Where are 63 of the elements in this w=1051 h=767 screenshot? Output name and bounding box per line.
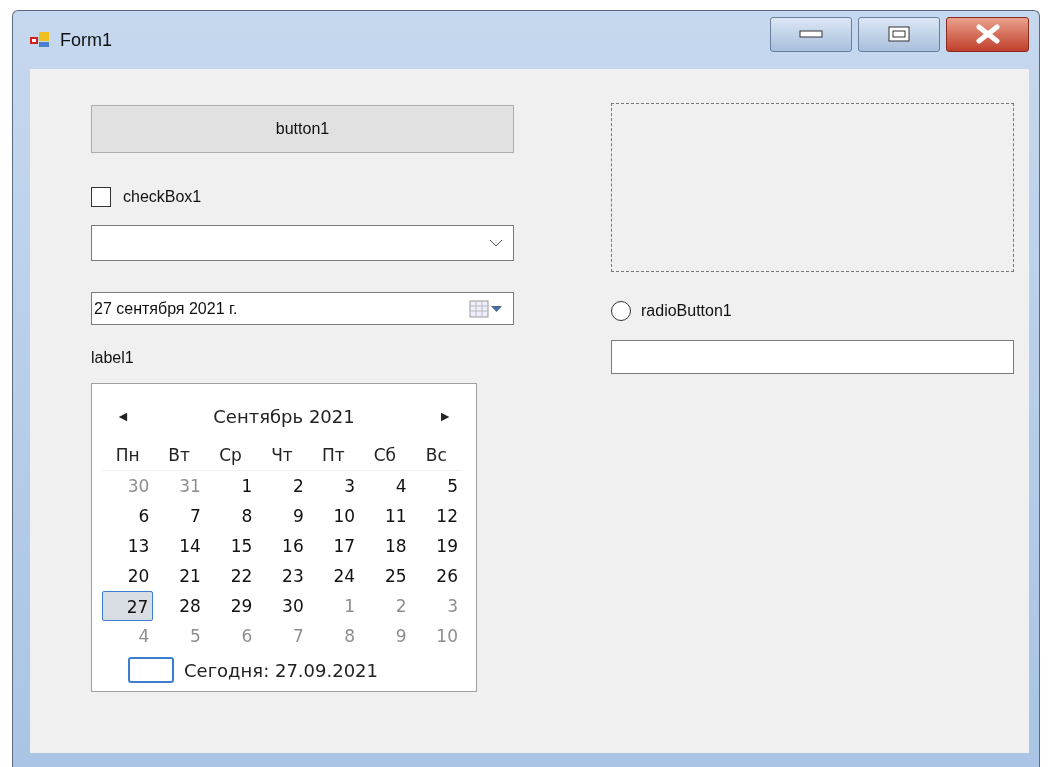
calendar-day[interactable]: 4 [359,471,411,501]
maximize-button[interactable] [858,16,940,52]
calendar-day[interactable]: 9 [256,501,308,531]
weekday-header: Чт [256,440,308,471]
minimize-icon [799,30,823,38]
radio-label: radioButton1 [641,302,732,320]
calendar-day[interactable]: 8 [204,501,257,531]
calendar-day[interactable]: 6 [102,501,154,531]
today-marker-icon [128,657,174,683]
calendar-day[interactable]: 17 [307,531,360,561]
calendar-day[interactable]: 3 [307,471,360,501]
calendar-day[interactable]: 16 [256,531,308,561]
calendar-day[interactable]: 29 [204,591,257,621]
weekday-header: Пн [102,440,154,471]
previous-month-button[interactable]: ◄ [116,408,130,424]
close-button[interactable] [946,16,1029,52]
weekday-header: Ср [204,440,257,471]
close-icon [974,24,1001,44]
month-title[interactable]: Сентябрь 2021 [213,405,355,427]
calendar-day[interactable]: 12 [410,501,462,531]
combo-box[interactable] [91,225,514,261]
minimize-button[interactable] [770,16,852,52]
calendar-day[interactable]: 18 [359,531,411,561]
calendar-day[interactable]: 10 [307,501,360,531]
calendar-day[interactable]: 1 [204,471,257,501]
app-icon [30,31,50,49]
calendar-day[interactable]: 27 [102,591,154,621]
calendar-day[interactable]: 28 [153,591,205,621]
calendar-dropdown-icon [469,299,503,318]
button[interactable]: button1 [91,105,514,153]
date-value: 27 сентября 2021 г. [94,299,239,318]
calendar-day[interactable]: 20 [102,561,154,591]
calendar-day[interactable]: 5 [410,471,462,501]
calendar-day[interactable]: 19 [410,531,462,561]
calendar-day[interactable]: 30 [256,591,308,621]
window-title: Form1 [60,29,113,51]
text-field[interactable] [611,340,1014,374]
calendar-day[interactable]: 26 [410,561,462,591]
weekday-header: Вт [153,440,205,471]
maximize-icon [888,26,910,42]
weekday-header: Пт [307,440,360,471]
chevron-down-icon [489,239,503,247]
weekday-header: Вс [410,440,462,471]
calendar-day[interactable]: 23 [256,561,308,591]
calendar-day[interactable]: 24 [307,561,360,591]
calendar-day[interactable]: 25 [359,561,411,591]
calendar-day[interactable]: 14 [153,531,205,561]
calendar-day[interactable]: 13 [102,531,154,561]
calendar-day[interactable]: 7 [153,501,205,531]
today-link[interactable]: Сегодня: 27.09.2021 [184,659,378,681]
calendar-day[interactable]: 21 [153,561,205,591]
date-picker[interactable]: 27 сентября 2021 г. [91,292,514,325]
calendar-day[interactable]: 11 [359,501,411,531]
month-calendar[interactable]: ◄ Сентябрь 2021 ► Пн Вт Ср Чт Пт Сб Вс 30 31 1 2 3 4 5 6 7 8 9 10 11 12 13 14 15 16 17 18 19 20 21 22 23 24 25 26 27 28 29 30 1 2 3 4 5 6 7 8 9 10 Сегодня: 27.09.2021 [91,383,477,692]
calendar-day[interactable]: 2 [256,471,308,501]
label: label1 [91,349,134,367]
calendar-day[interactable]: 15 [204,531,257,561]
next-month-button[interactable]: ► [438,408,452,424]
calendar-day[interactable]: 22 [204,561,257,591]
radio-button[interactable] [611,301,631,321]
checkbox-label: checkBox1 [123,188,202,206]
checkbox[interactable] [91,187,111,207]
weekday-header: Сб [359,440,411,471]
